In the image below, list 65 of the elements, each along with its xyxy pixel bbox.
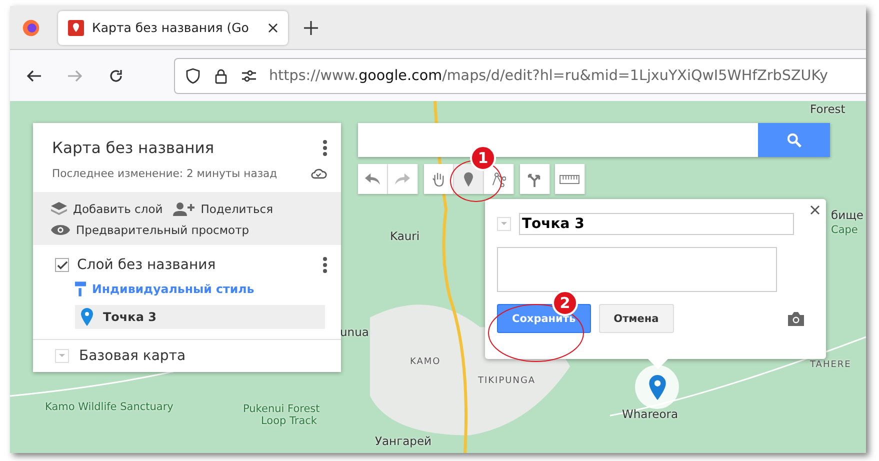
close-icon[interactable]	[268, 22, 278, 32]
route-tool-button[interactable]	[520, 164, 550, 194]
map-pin-icon	[68, 20, 84, 36]
add-person-icon	[172, 202, 195, 216]
url-text: https://www.google.com/maps/d/edit?hl=ru&mid=1LjxuYXiQwI5WHfZrbSZUKy	[269, 68, 828, 84]
layer-item[interactable]: Точка 3	[75, 305, 325, 329]
address-bar[interactable]: https://www.google.com/maps/d/edit?hl=ru&mid=1LjxuYXiQwI5WHfZrbSZUKy	[174, 58, 866, 94]
map-label: TAHERE	[810, 360, 852, 370]
paint-roller-icon	[75, 281, 86, 297]
lock-icon	[213, 68, 229, 84]
title-field[interactable]: Точка 3	[519, 213, 794, 235]
description-field[interactable]	[497, 247, 777, 292]
map-label: Kamo Wildlife Sanctuary	[45, 401, 174, 413]
shield-icon	[185, 68, 201, 84]
browser-logo-icon[interactable]	[22, 18, 40, 36]
camera-icon[interactable]	[788, 312, 804, 326]
map-pin-icon	[81, 308, 93, 326]
map-label: Whareora	[622, 407, 678, 421]
tab-title: Карта без названия (Go	[92, 20, 250, 35]
map-label: Pukenui Forest	[243, 403, 320, 415]
map-pin-icon	[464, 172, 473, 186]
map-label: unua	[340, 325, 369, 339]
map-title[interactable]: Карта без названия	[52, 139, 214, 157]
new-tab-icon[interactable]	[304, 20, 318, 34]
add-layer-button[interactable]: Добавить слой	[51, 200, 163, 218]
last-edit-text: Последнее изменение: 2 минуты назад	[52, 167, 278, 180]
map-label: Kauri	[390, 229, 420, 243]
marker-tool-button[interactable]	[454, 164, 484, 194]
eye-icon	[51, 224, 70, 236]
hand-icon	[432, 172, 445, 186]
preview-button[interactable]: Предварительный просмотр	[51, 221, 323, 239]
map-pin-icon	[648, 374, 666, 400]
more-icon[interactable]	[323, 257, 327, 273]
map-label: TIKIPUNGA	[478, 376, 536, 386]
share-button[interactable]: Поделиться	[172, 200, 273, 218]
fork-arrow-icon	[527, 172, 542, 186]
map-label: KAMO	[410, 357, 441, 367]
search-button[interactable]	[758, 123, 830, 157]
reload-icon[interactable]	[108, 68, 124, 84]
ruler-icon	[559, 174, 580, 184]
hand-tool-button[interactable]	[424, 164, 454, 194]
layer-name[interactable]: Слой без названия	[77, 257, 216, 273]
polyline-icon	[491, 172, 506, 186]
sliders-icon	[241, 68, 257, 84]
map-label: бище	[831, 208, 864, 222]
line-tool-button[interactable]	[484, 164, 514, 194]
more-icon[interactable]	[323, 140, 327, 156]
map-label: Уангарей	[375, 434, 432, 448]
cancel-button[interactable]: Отмена	[598, 304, 674, 333]
map-label: Cape	[831, 224, 858, 236]
undo-icon	[365, 173, 380, 185]
base-map-label[interactable]: Базовая карта	[79, 348, 186, 364]
layers-icon	[51, 202, 67, 216]
map-label: Forest	[810, 102, 846, 116]
close-icon[interactable]	[810, 205, 820, 215]
layer-checkbox[interactable]	[55, 258, 69, 272]
style-link[interactable]: Индивидуальный стиль	[55, 279, 254, 299]
back-icon[interactable]	[26, 68, 42, 84]
redo-icon	[395, 173, 410, 185]
undo-tool-button[interactable]	[358, 164, 388, 194]
map-label: Loop Track	[261, 415, 317, 427]
browser-tab[interactable]: Карта без названия (Go	[58, 10, 288, 44]
search-icon	[786, 132, 802, 148]
cloud-icon	[311, 167, 327, 180]
ruler-tool-button[interactable]	[555, 164, 585, 194]
